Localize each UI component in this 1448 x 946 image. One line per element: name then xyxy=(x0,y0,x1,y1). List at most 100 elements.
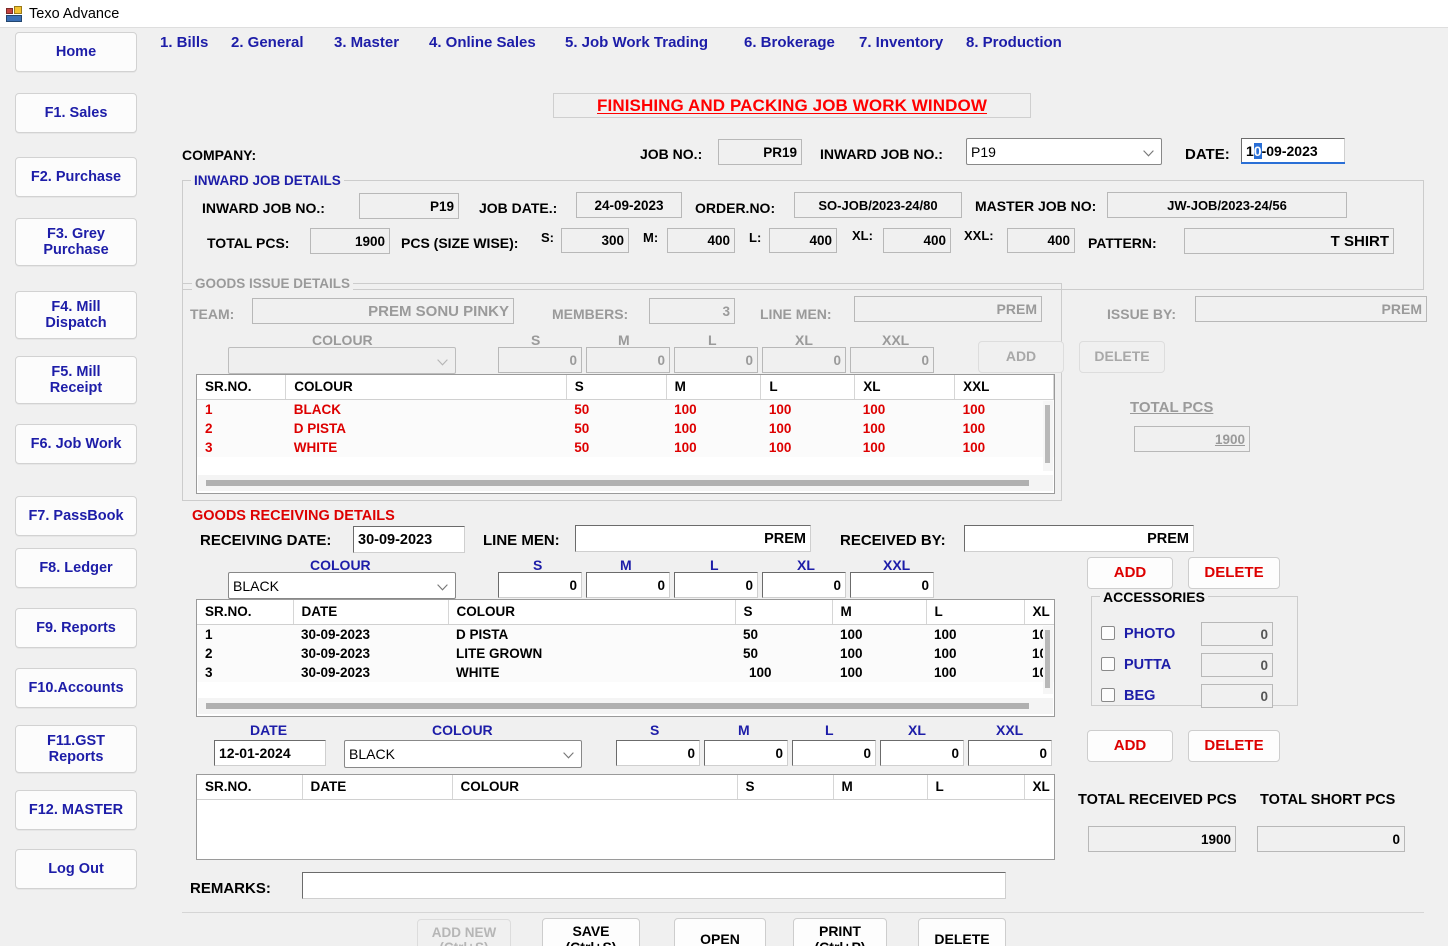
inward-job-no-field[interactable]: P19 xyxy=(359,193,459,219)
size-m-field[interactable]: 400 xyxy=(667,228,735,253)
master-job-no-field[interactable]: JW-JOB/2023-24/56 xyxy=(1107,192,1347,218)
short-entry-grid[interactable]: SR.NO. DATE COLOUR S M L XL xyxy=(196,774,1055,860)
table-row[interactable]: 1 BLACK 50 100 100 100 100 xyxy=(197,399,1054,419)
sidebar-item-f1-sales[interactable]: F1. Sales xyxy=(15,93,137,133)
sidebar-item-label: F4. Mill Dispatch xyxy=(45,298,107,331)
menu-item-2-general[interactable]: 2. General xyxy=(231,34,304,51)
accessory-putta-checkbox[interactable] xyxy=(1101,657,1115,671)
issue-by-field[interactable]: PREM xyxy=(1195,296,1427,322)
menu-item-7-inventory[interactable]: 7. Inventory xyxy=(859,34,943,51)
goods-issue-grid[interactable]: SR.NO. COLOUR S M L XL XXL 1 BLACK 50 10… xyxy=(196,374,1055,494)
open-button[interactable]: OPEN xyxy=(674,918,766,946)
short-date-field[interactable]: 12-01-2024 xyxy=(214,740,326,766)
sidebar-item-f2-purchase[interactable]: F2. Purchase xyxy=(15,157,137,197)
table-row[interactable]: 2 D PISTA 50 100 100 100 100 xyxy=(197,419,1054,438)
sidebar-item-f6-job-work[interactable]: F6. Job Work xyxy=(15,424,137,464)
sidebar-item-f11-gst-reports[interactable]: F11.GST Reports xyxy=(15,725,137,773)
sidebar-item-home[interactable]: Home xyxy=(15,32,137,72)
issue-add-button[interactable]: ADD xyxy=(978,341,1064,373)
remarks-field[interactable] xyxy=(302,872,1006,899)
job-no-field[interactable]: PR19 xyxy=(718,139,802,165)
short-add-button[interactable]: ADD xyxy=(1087,730,1173,762)
sidebar-item-f3-grey-purchase[interactable]: F3. Grey Purchase xyxy=(15,218,137,266)
receiving-s-field[interactable]: 0 xyxy=(498,572,582,598)
print-button[interactable]: PRINT (Ctrl+P) xyxy=(793,918,887,946)
table-row[interactable]: 3 30-09-2023 WHITE 100 100 100 10 xyxy=(197,663,1054,682)
sidebar-item-f10-accounts[interactable]: F10.Accounts xyxy=(15,668,137,708)
size-xxl-field[interactable]: 400 xyxy=(1007,228,1075,253)
total-short-pcs-field[interactable]: 0 xyxy=(1257,826,1405,852)
accessory-beg-field[interactable]: 0 xyxy=(1201,684,1273,708)
goods-issue-grid-vscrollbar[interactable] xyxy=(1043,401,1053,471)
menu-item-8-production[interactable]: 8. Production xyxy=(966,34,1062,51)
receiving-line-men-field[interactable]: PREM xyxy=(575,525,811,552)
sidebar-item-f9-reports[interactable]: F9. Reports xyxy=(15,608,137,648)
delete-button[interactable]: DELETE xyxy=(918,918,1006,946)
sidebar-item-f5-mill-receipt[interactable]: F5. Mill Receipt xyxy=(15,356,137,404)
goods-receiving-grid[interactable]: SR.NO. DATE COLOUR S M L XL 1 30-09-2023… xyxy=(196,599,1055,717)
receiving-m-field[interactable]: 0 xyxy=(586,572,670,598)
sidebar-item-f8-ledger[interactable]: F8. Ledger xyxy=(15,548,137,588)
issue-m-field[interactable]: 0 xyxy=(586,347,670,373)
table-row[interactable]: 1 30-09-2023 D PISTA 50 100 100 10 xyxy=(197,624,1054,644)
issue-line-men-field[interactable]: PREM xyxy=(854,296,1042,322)
issue-colour-combo[interactable] xyxy=(228,347,456,374)
issue-delete-button[interactable]: DELETE xyxy=(1079,341,1165,373)
menu-item-4-online-sales[interactable]: 4. Online Sales xyxy=(429,34,536,51)
goods-issue-grid-hscrollbar[interactable] xyxy=(198,475,1053,491)
size-xl-field[interactable]: 400 xyxy=(883,228,951,253)
issue-xl-field[interactable]: 0 xyxy=(762,347,846,373)
receiving-l-field[interactable]: 0 xyxy=(674,572,758,598)
issue-total-pcs-field[interactable]: 1900 xyxy=(1134,426,1250,452)
goods-receiving-grid-vscrollbar[interactable] xyxy=(1043,626,1053,694)
menu-item-5-job-work-trading[interactable]: 5. Job Work Trading xyxy=(565,34,708,51)
total-received-pcs-field[interactable]: 1900 xyxy=(1088,826,1236,852)
total-pcs-field[interactable]: 1900 xyxy=(310,228,390,254)
table-row[interactable]: 2 30-09-2023 LITE GROWN 50 100 100 10 xyxy=(197,644,1054,663)
delete-button-label: DELETE xyxy=(934,931,990,946)
receiving-delete-button[interactable]: DELETE xyxy=(1188,557,1280,589)
receiving-xl-field[interactable]: 0 xyxy=(762,572,846,598)
menu-item-3-master[interactable]: 3. Master xyxy=(334,34,399,51)
issue-s-field[interactable]: 0 xyxy=(498,347,582,373)
pattern-field[interactable]: T SHIRT xyxy=(1184,228,1394,254)
accessory-putta-field[interactable]: 0 xyxy=(1201,653,1273,677)
save-button[interactable]: SAVE (Ctrl+S) xyxy=(542,918,640,946)
goods-receiving-details-title: GOODS RECEIVING DETAILS xyxy=(192,508,395,524)
receiving-date-field[interactable]: 30-09-2023 xyxy=(353,526,465,553)
short-s-field[interactable]: 0 xyxy=(616,740,700,766)
total-pcs-label: TOTAL PCS: xyxy=(207,235,290,251)
inward-job-no-combo[interactable]: P19 xyxy=(966,138,1162,165)
receiving-colour-combo[interactable]: BLACK xyxy=(228,572,456,599)
accessory-photo-field[interactable]: 0 xyxy=(1201,622,1273,646)
sidebar-item-f7-passbook[interactable]: F7. PassBook xyxy=(15,496,137,536)
members-field[interactable]: 3 xyxy=(649,298,735,324)
add-new-button[interactable]: ADD NEW (Ctrl+S) xyxy=(417,919,511,946)
receiving-xxl-field[interactable]: 0 xyxy=(850,572,934,598)
short-colour-combo[interactable]: BLACK xyxy=(344,740,582,768)
short-delete-button[interactable]: DELETE xyxy=(1188,730,1280,762)
menu-item-1-bills[interactable]: 1. Bills xyxy=(160,34,208,51)
accessory-beg-checkbox[interactable] xyxy=(1101,688,1115,702)
table-row[interactable]: 3 WHITE 50 100 100 100 100 xyxy=(197,438,1054,457)
size-l-field[interactable]: 400 xyxy=(769,228,837,253)
order-no-field[interactable]: SO-JOB/2023-24/80 xyxy=(794,192,962,218)
short-xl-field[interactable]: 0 xyxy=(880,740,964,766)
receiving-add-button[interactable]: ADD xyxy=(1087,557,1173,589)
team-field[interactable]: PREM SONU PINKY xyxy=(252,298,514,324)
accessory-photo-checkbox[interactable] xyxy=(1101,626,1115,640)
date-field[interactable]: 1 0 -09-2023 xyxy=(1241,138,1345,163)
short-l-field[interactable]: 0 xyxy=(792,740,876,766)
sidebar-item-f4-mill-dispatch[interactable]: F4. Mill Dispatch xyxy=(15,291,137,339)
sidebar-item-f12-master[interactable]: F12. MASTER xyxy=(15,790,137,830)
short-xxl-field[interactable]: 0 xyxy=(968,740,1052,766)
job-date-field[interactable]: 24-09-2023 xyxy=(576,192,682,218)
issue-l-field[interactable]: 0 xyxy=(674,347,758,373)
short-m-field[interactable]: 0 xyxy=(704,740,788,766)
sidebar-item-log-out[interactable]: Log Out xyxy=(15,849,137,889)
received-by-field[interactable]: PREM xyxy=(964,525,1194,552)
menu-item-6-brokerage[interactable]: 6. Brokerage xyxy=(744,34,835,51)
goods-receiving-grid-hscrollbar[interactable] xyxy=(198,698,1053,714)
size-s-field[interactable]: 300 xyxy=(561,228,629,253)
issue-xxl-field[interactable]: 0 xyxy=(850,347,934,373)
